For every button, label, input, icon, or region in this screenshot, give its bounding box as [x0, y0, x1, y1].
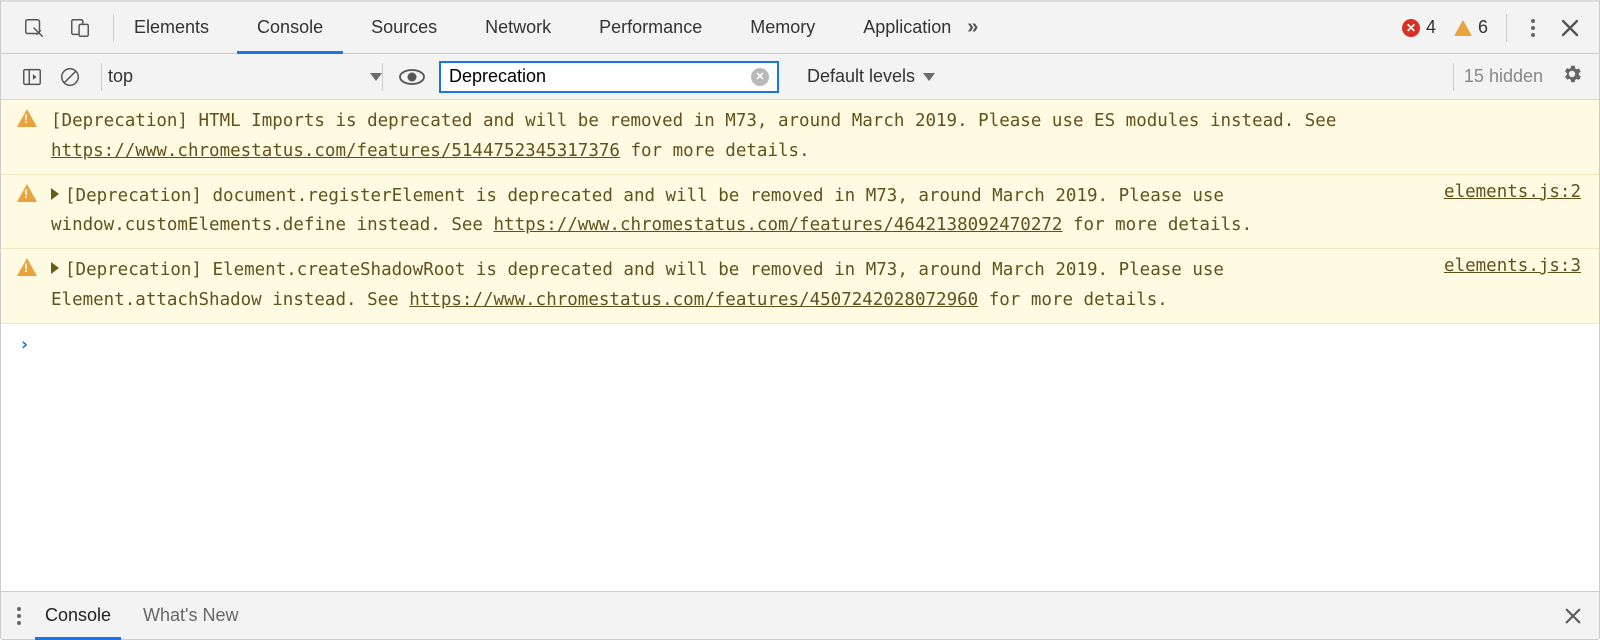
tab-network[interactable]: Network [475, 2, 561, 53]
tab-sources[interactable]: Sources [361, 2, 447, 53]
chevron-down-icon [923, 73, 935, 81]
console-message-text[interactable]: [Deprecation] Element.createShadowRoot i… [51, 256, 1432, 316]
message-link[interactable]: https://www.chromestatus.com/features/46… [494, 215, 1063, 235]
main-tabbar: Elements Console Sources Network Performance… [1, 2, 1599, 54]
chevron-down-icon [370, 73, 382, 81]
tab-application[interactable]: Application [853, 2, 961, 53]
message-link[interactable]: https://www.chromestatus.com/features/45… [409, 290, 978, 310]
error-icon: ✕ [1402, 19, 1420, 37]
separator [1453, 63, 1454, 91]
context-selector[interactable]: top [102, 66, 382, 87]
drawer: ConsoleWhat's New [1, 591, 1599, 639]
warning-icon [1454, 20, 1472, 36]
drawer-tab-console[interactable]: Console [29, 592, 127, 639]
warning-icon [17, 109, 37, 127]
filter-input[interactable] [449, 66, 743, 87]
console-message-text[interactable]: [Deprecation] document.registerElement i… [51, 182, 1432, 242]
close-drawer-icon[interactable] [1563, 606, 1583, 626]
console-toolbar: top Default levels 15 hidden [1, 54, 1599, 100]
console-row: [Deprecation] document.registerElement i… [1, 175, 1599, 250]
tab-performance[interactable]: Performance [589, 2, 712, 53]
live-expression-icon[interactable] [399, 68, 425, 86]
message-link[interactable]: https://www.chromestatus.com/features/51… [51, 141, 620, 161]
inspect-icon[interactable] [23, 17, 45, 39]
separator [113, 14, 114, 42]
hidden-messages-label[interactable]: 15 hidden [1464, 66, 1543, 87]
error-count-badge[interactable]: ✕ 4 [1402, 17, 1436, 38]
warning-icon [17, 258, 37, 276]
context-label: top [108, 66, 364, 87]
console-settings-icon[interactable] [1561, 63, 1583, 90]
console-row: [Deprecation] Element.createShadowRoot i… [1, 249, 1599, 324]
drawer-tab-what-s-new[interactable]: What's New [127, 592, 254, 639]
console-message-text[interactable]: [Deprecation] HTML Imports is deprecated… [51, 107, 1581, 167]
console-prompt[interactable]: › [1, 324, 1599, 365]
drawer-menu-icon[interactable] [17, 607, 21, 625]
filter-input-wrapper [439, 61, 779, 93]
message-source-link[interactable]: elements.js:2 [1444, 182, 1581, 242]
warning-count-badge[interactable]: 6 [1454, 17, 1488, 38]
warning-icon [17, 184, 37, 202]
tab-memory[interactable]: Memory [740, 2, 825, 53]
close-devtools-icon[interactable] [1559, 17, 1581, 39]
clear-filter-icon[interactable] [751, 68, 769, 86]
disclosure-triangle-icon[interactable] [51, 262, 59, 274]
console-row: [Deprecation] HTML Imports is deprecated… [1, 100, 1599, 175]
tab-elements[interactable]: Elements [124, 2, 219, 53]
console-sidebar-toggle-icon[interactable] [21, 66, 43, 88]
prompt-chevron-icon: › [19, 334, 30, 355]
clear-console-icon[interactable] [59, 66, 81, 88]
kebab-menu-icon[interactable] [1525, 13, 1541, 43]
log-level-selector[interactable]: Default levels [807, 66, 935, 87]
tabs-overflow-icon[interactable]: » [961, 16, 981, 39]
separator [1506, 14, 1507, 42]
log-level-label: Default levels [807, 66, 915, 87]
console-messages: [Deprecation] HTML Imports is deprecated… [1, 100, 1599, 591]
disclosure-triangle-icon[interactable] [51, 188, 59, 200]
error-count: 4 [1426, 17, 1436, 38]
tab-console[interactable]: Console [247, 2, 333, 53]
warning-count: 6 [1478, 17, 1488, 38]
device-toggle-icon[interactable] [69, 17, 91, 39]
message-source-link[interactable]: elements.js:3 [1444, 256, 1581, 316]
